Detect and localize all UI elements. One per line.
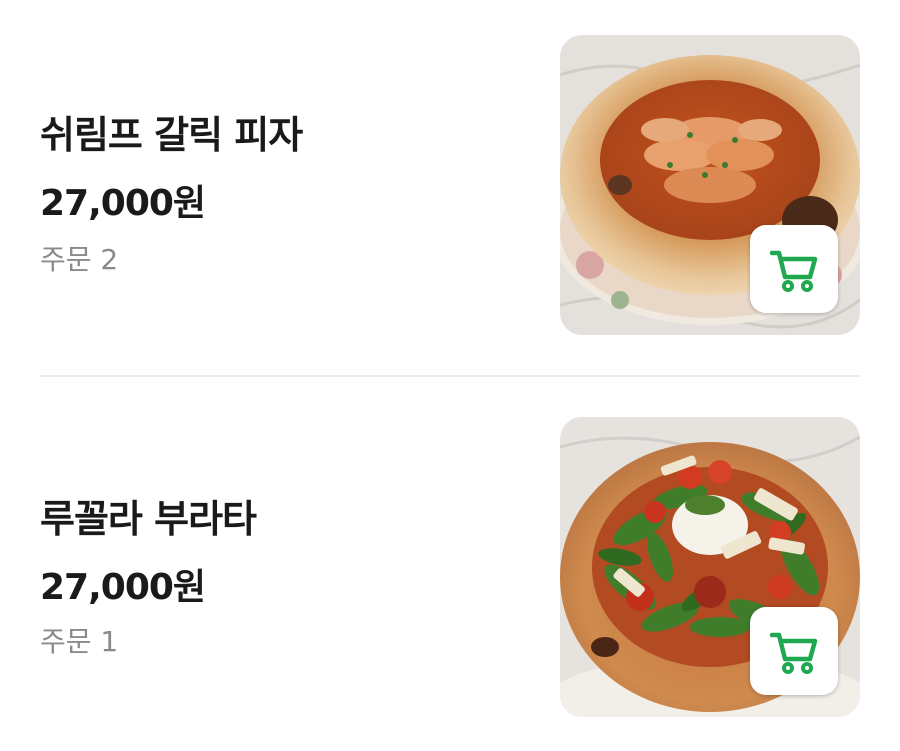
rucola-burrata-pizza-photo[interactable] bbox=[560, 417, 860, 717]
menu-item-rucola-burrata[interactable]: 루꼴라 부라타 27,000원 주문 1 bbox=[0, 384, 900, 717]
item-name: 쉬림프 갈릭 피자 bbox=[40, 113, 303, 157]
cart-icon bbox=[769, 632, 818, 674]
add-to-cart-button[interactable] bbox=[750, 607, 838, 695]
item-price: 27,000원 bbox=[40, 567, 206, 608]
cart-icon bbox=[769, 250, 818, 292]
shrimp-garlic-pizza-photo[interactable] bbox=[560, 35, 860, 335]
item-price: 27,000원 bbox=[40, 183, 206, 224]
item-order-count: 주문 1 bbox=[40, 625, 119, 658]
menu-list: 쉬림프 갈릭 피자 27,000원 주문 2 루꼴라 부라타 27,000원 주… bbox=[0, 0, 900, 751]
divider bbox=[40, 375, 860, 377]
item-name: 루꼴라 부라타 bbox=[40, 497, 257, 541]
item-order-count: 주문 2 bbox=[40, 243, 119, 276]
add-to-cart-button[interactable] bbox=[750, 225, 838, 313]
menu-item-shrimp-garlic-pizza[interactable]: 쉬림프 갈릭 피자 27,000원 주문 2 bbox=[0, 0, 900, 335]
